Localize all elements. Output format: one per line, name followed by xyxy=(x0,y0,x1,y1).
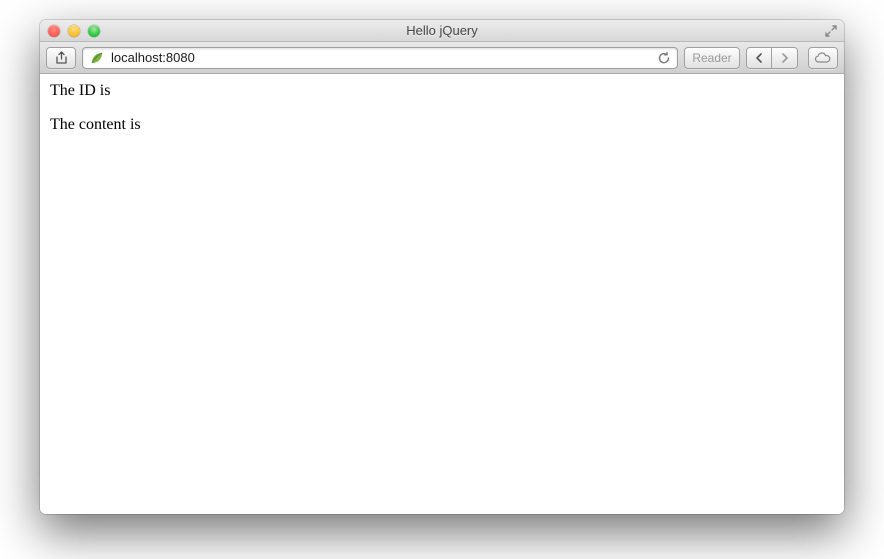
forward-button[interactable] xyxy=(772,47,798,69)
page-content: The ID is The content is xyxy=(40,74,844,514)
traffic-lights xyxy=(40,25,100,37)
window-title: Hello jQuery xyxy=(40,23,844,38)
url-input[interactable] xyxy=(111,50,651,65)
minimize-button[interactable] xyxy=(68,25,80,37)
address-bar[interactable] xyxy=(82,47,678,69)
content-text: The content is xyxy=(50,116,834,134)
titlebar: Hello jQuery xyxy=(40,20,844,42)
id-text: The ID is xyxy=(50,82,834,100)
close-button[interactable] xyxy=(48,25,60,37)
back-button[interactable] xyxy=(746,47,772,69)
reload-icon[interactable] xyxy=(657,51,671,65)
browser-window: Hello jQuery Reader xyxy=(40,20,844,514)
share-button[interactable] xyxy=(46,47,76,69)
zoom-button[interactable] xyxy=(88,25,100,37)
fullscreen-icon[interactable] xyxy=(824,24,838,38)
favicon-leaf-icon xyxy=(89,50,105,66)
reader-label: Reader xyxy=(692,51,731,65)
navigation-group xyxy=(746,47,798,69)
toolbar: Reader xyxy=(40,42,844,74)
icloud-tabs-button[interactable] xyxy=(808,47,838,69)
reader-button[interactable]: Reader xyxy=(684,47,740,69)
